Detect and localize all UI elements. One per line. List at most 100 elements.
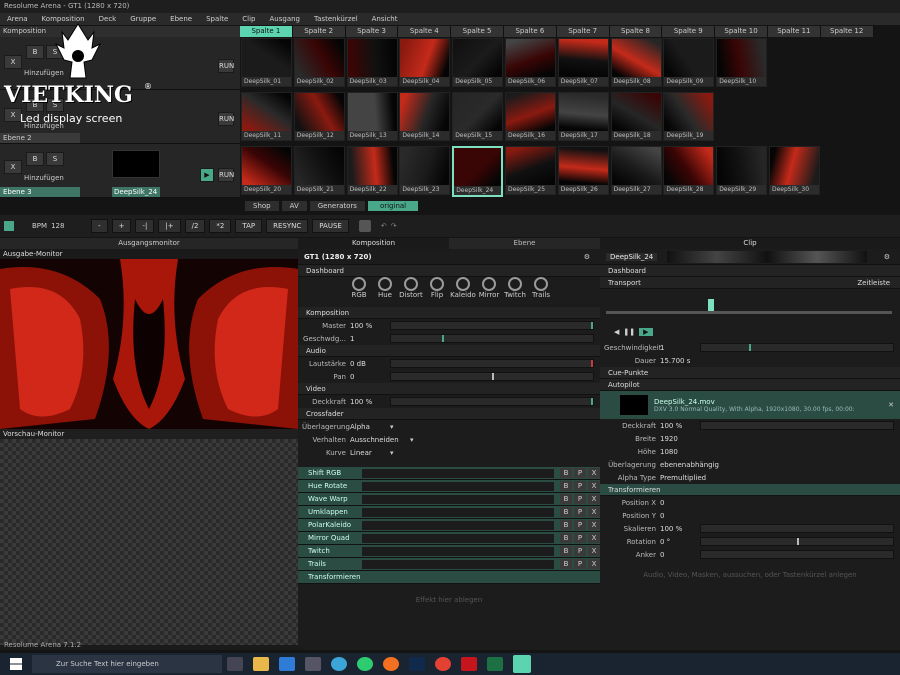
effect-button[interactable]: B (560, 481, 572, 491)
rotation-slider[interactable] (700, 537, 894, 546)
cue-points-header[interactable]: Cue-Punkte (600, 367, 900, 379)
pan-value[interactable]: 0 (350, 373, 390, 381)
effect-button[interactable]: B (560, 559, 572, 569)
layer-play-button[interactable]: ▶ (200, 168, 214, 182)
playhead-icon[interactable] (708, 299, 714, 311)
clip-slot[interactable]: DeepSilk_13 (346, 92, 398, 141)
clip-slot[interactable]: DeepSilk_10 (716, 38, 768, 87)
calculator-icon[interactable] (305, 657, 321, 671)
layer-solo-button[interactable]: S (46, 152, 64, 166)
deck-tab-original[interactable]: original (367, 201, 419, 211)
knob-flip-icon[interactable] (430, 277, 444, 291)
clip-slot[interactable]: DeepSilk_14 (399, 92, 451, 141)
autopilot-header[interactable]: Autopilot (600, 379, 900, 391)
master-slider[interactable] (390, 321, 594, 330)
volume-value[interactable]: 0 dB (350, 360, 390, 368)
undo-icon[interactable]: ↶ (381, 222, 387, 230)
clip-slot[interactable]: DeepSilk_02 (293, 38, 345, 87)
chevron-down-icon[interactable]: ▾ (390, 423, 394, 431)
column-8[interactable]: Spalte 8 (609, 26, 663, 37)
clip-duration-value[interactable]: 15.700 s (660, 357, 710, 365)
chevron-down-icon[interactable]: ▾ (390, 449, 394, 457)
clip-slot[interactable]: DeepSilk_28 (663, 146, 715, 195)
tab-ebene[interactable]: Ebene (449, 238, 600, 249)
column-9[interactable]: Spalte 9 (662, 26, 716, 37)
clip-width-value[interactable]: 1920 (660, 435, 700, 443)
speed-slider[interactable] (390, 334, 594, 343)
pause-icon[interactable]: ❚❚ (623, 328, 635, 336)
opacity-slider[interactable] (390, 397, 594, 406)
taskbar-search-input[interactable]: Zur Suche Text hier eingeben (32, 655, 222, 673)
volume-slider[interactable] (390, 359, 594, 368)
column-4[interactable]: Spalte 4 (398, 26, 452, 37)
menu-tastenkuerzel[interactable]: Tastenkürzel (307, 15, 365, 23)
clip-slot[interactable]: DeepSilk_08 (610, 38, 662, 87)
clip-slot[interactable]: DeepSilk_05 (452, 38, 504, 87)
clip-blend-dropdown[interactable]: ebenenabhängig (660, 461, 730, 469)
effect-slider[interactable] (362, 481, 554, 491)
bpm-minus-button[interactable]: - (91, 219, 108, 233)
menu-clip[interactable]: Clip (235, 15, 262, 23)
effect-button[interactable]: X (588, 533, 600, 543)
effect-button[interactable]: B (560, 494, 572, 504)
redo-icon[interactable]: ↷ (391, 222, 397, 230)
effect-button[interactable]: X (588, 559, 600, 569)
menu-ausgang[interactable]: Ausgang (263, 15, 308, 23)
layer-clear-button[interactable]: X (4, 160, 22, 174)
clip-slot[interactable]: DeepSilk_18 (610, 92, 662, 141)
clip-slot[interactable]: DeepSilk_11 (241, 92, 292, 141)
menu-ansicht[interactable]: Ansicht (365, 15, 405, 23)
effect-button[interactable]: X (588, 520, 600, 530)
windows-start-icon[interactable] (10, 658, 22, 670)
clip-slot[interactable]: DeepSilk_24 (452, 146, 504, 197)
resolume-icon[interactable] (513, 655, 531, 673)
bpm-plus-button[interactable]: + (111, 219, 132, 233)
column-12[interactable]: Spalte 12 (820, 26, 874, 37)
effect-row[interactable]: Trails B P X (298, 558, 600, 571)
chevron-down-icon[interactable]: ▾ (410, 436, 414, 444)
clip-slot[interactable]: DeepSilk_06 (505, 38, 556, 87)
effect-button[interactable]: X (588, 494, 600, 504)
play-reverse-icon[interactable]: ◀ (614, 328, 619, 336)
clip-slot[interactable]: DeepSilk_09 (663, 38, 715, 87)
effect-button[interactable]: P (574, 533, 586, 543)
opacity-value[interactable]: 100 % (350, 398, 390, 406)
clip-transport-header[interactable]: Transport Zeitleiste (600, 277, 900, 289)
column-11[interactable]: Spalte 11 (767, 26, 821, 37)
layer-name[interactable]: Ebene 2 (0, 133, 80, 143)
clip-opacity-value[interactable]: 100 % (660, 422, 700, 430)
knob-distort-icon[interactable] (404, 277, 418, 291)
deck-tab-shop[interactable]: Shop (245, 201, 279, 211)
settings-gear-icon[interactable]: ⚙ (584, 253, 590, 261)
effect-button[interactable]: P (574, 546, 586, 556)
nudge-back-button[interactable]: -| (135, 219, 155, 233)
effect-slider[interactable] (362, 520, 554, 530)
clip-slot[interactable]: DeepSilk_03 (346, 38, 398, 87)
komposition-section-header[interactable]: Komposition (298, 307, 600, 319)
clip-slot[interactable]: DeepSilk_01 (241, 38, 292, 87)
clip-slot[interactable]: DeepSilk_04 (399, 38, 451, 87)
whatsapp-icon[interactable] (357, 657, 373, 671)
menu-ebene[interactable]: Ebene (163, 15, 199, 23)
effect-slider[interactable] (362, 507, 554, 517)
audio-section-header[interactable]: Audio (298, 345, 600, 357)
pause-button[interactable]: PAUSE (312, 219, 349, 233)
knob-hue-icon[interactable] (378, 277, 392, 291)
effect-button[interactable]: X (588, 546, 600, 556)
tab-komposition[interactable]: Komposition (298, 238, 449, 249)
deck-tab-av[interactable]: AV (281, 201, 307, 211)
layer-name[interactable]: Ebene 3 (0, 187, 80, 197)
column-10[interactable]: Spalte 10 (715, 26, 768, 37)
bpm-value[interactable]: 128 (51, 222, 87, 230)
firefox-icon[interactable] (383, 657, 399, 671)
timeline-dropdown[interactable]: Zeitleiste (857, 277, 890, 288)
effect-row[interactable]: Shift RGB B P X (298, 467, 600, 480)
clip-opacity-slider[interactable] (700, 421, 894, 430)
scale-value[interactable]: 100 % (660, 525, 700, 533)
effect-row[interactable]: Hue Rotate B P X (298, 480, 600, 493)
acrobat-icon[interactable] (461, 657, 477, 671)
column-7[interactable]: Spalte 7 (556, 26, 610, 37)
clip-slot[interactable]: DeepSilk_25 (505, 146, 556, 195)
column-1[interactable]: Spalte 1 (240, 26, 293, 37)
anchor-value[interactable]: 0 (660, 551, 700, 559)
